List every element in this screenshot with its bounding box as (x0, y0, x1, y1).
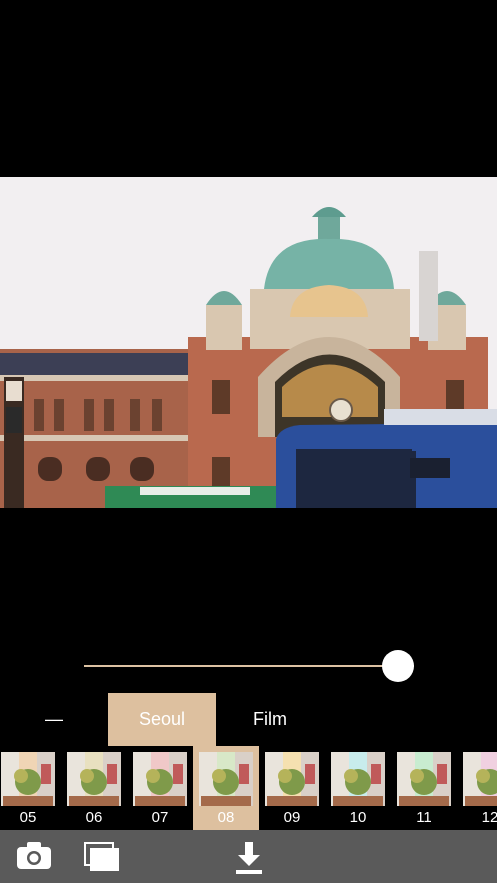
filter-label: 12 (481, 809, 497, 826)
filter-thumb-12[interactable]: 12 (457, 746, 497, 830)
filter-label: 05 (19, 809, 37, 826)
camera-icon[interactable] (16, 840, 52, 875)
slider-track[interactable] (84, 665, 414, 667)
filter-preview-image (133, 752, 187, 806)
filter-strip[interactable]: 05 06 07 08 09 10 11 12 (0, 746, 497, 830)
filter-preview-image (397, 752, 451, 806)
category-tab-label: — (45, 709, 63, 729)
filter-label: 11 (416, 809, 432, 826)
intensity-slider[interactable] (84, 648, 414, 684)
filter-thumb-11[interactable]: 11 (391, 746, 457, 830)
category-tab-label: Seoul (138, 709, 186, 729)
filter-preview-image (199, 752, 253, 806)
gallery-icon[interactable] (84, 842, 120, 877)
filter-preview-image (1, 752, 55, 806)
category-tab-label: Film (253, 709, 287, 729)
filter-label: 10 (349, 809, 367, 826)
filter-preview-image (67, 752, 121, 806)
filter-thumb-09[interactable]: 09 (259, 746, 325, 830)
filter-thumb-05[interactable]: 05 (0, 746, 61, 830)
photo-preview (0, 177, 497, 508)
bottom-toolbar (0, 830, 497, 883)
download-icon[interactable] (234, 841, 264, 880)
station-photo (0, 177, 497, 508)
category-tab-default[interactable]: — (0, 693, 108, 746)
category-tab-seoul[interactable]: Seoul (108, 693, 216, 746)
filter-label: 09 (283, 809, 301, 826)
slider-thumb[interactable] (381, 650, 414, 682)
category-tab-film[interactable]: Film (216, 693, 324, 746)
filter-label: 08 (217, 809, 235, 826)
filter-preview-image (265, 752, 319, 806)
filter-thumb-06[interactable]: 06 (61, 746, 127, 830)
filter-thumb-07[interactable]: 07 (127, 746, 193, 830)
filter-preview-image (331, 752, 385, 806)
filter-category-tabs: — Seoul Film (0, 693, 497, 746)
filter-thumb-08[interactable]: 08 (193, 746, 259, 830)
filter-label: 06 (85, 809, 103, 826)
filter-preview-image (463, 752, 497, 806)
filter-label: 07 (151, 809, 169, 826)
filter-thumb-10[interactable]: 10 (325, 746, 391, 830)
